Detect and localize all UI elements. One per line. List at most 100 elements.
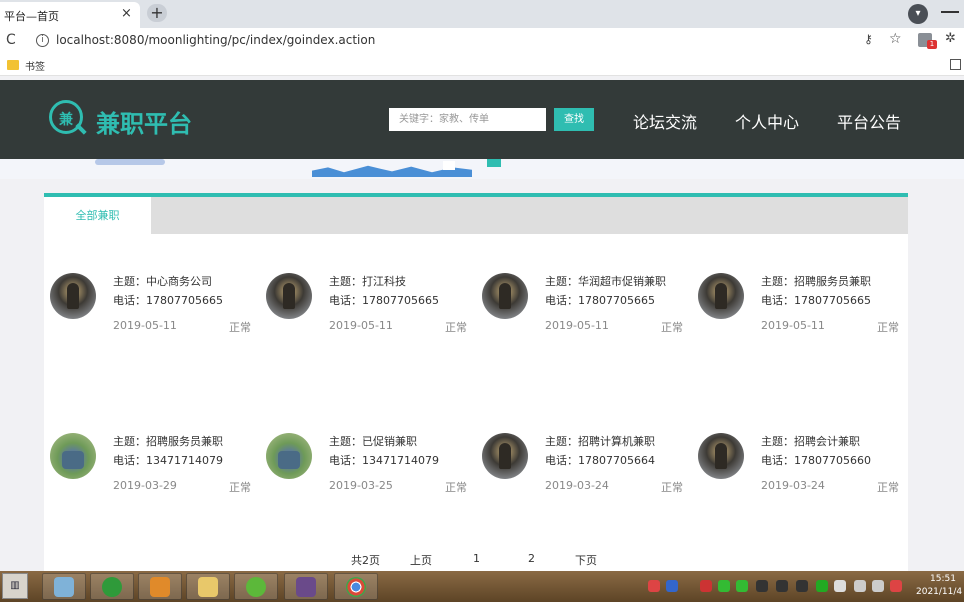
- qq-icon[interactable]: [796, 580, 808, 592]
- taskbar-app-game[interactable]: [284, 573, 328, 600]
- avatar[interactable]: [482, 273, 528, 319]
- search-input[interactable]: [389, 108, 546, 131]
- job-date: 2019-03-29: [113, 479, 177, 492]
- wechat-icon[interactable]: [736, 580, 748, 592]
- qq-icon[interactable]: [776, 580, 788, 592]
- wechat-icon[interactable]: [718, 580, 730, 592]
- nav-personal-center[interactable]: 个人中心: [735, 109, 799, 133]
- bookmarks-bar: 书签: [0, 54, 964, 76]
- job-card[interactable]: 主题：华润超市促销兼职 电话：17807705665 2019-05-11 正常: [476, 273, 692, 353]
- job-date: 2019-05-11: [761, 319, 825, 332]
- tray-icon[interactable]: [834, 580, 846, 592]
- pager-total: 共2页: [351, 554, 380, 567]
- job-card[interactable]: 主题：招聘会计兼职 电话：17807705660 2019-03-24 正常: [692, 433, 908, 513]
- job-phone: 电话：17807705664: [545, 454, 655, 467]
- tab-all-jobs[interactable]: 全部兼职: [44, 197, 151, 234]
- start-button[interactable]: ▥: [2, 573, 28, 599]
- taskbar-app-folder[interactable]: [186, 573, 230, 600]
- new-tab-button[interactable]: +: [147, 4, 167, 22]
- job-title[interactable]: 主题：中心商务公司: [113, 273, 212, 289]
- chrome-icon: [346, 577, 366, 597]
- folder-icon[interactable]: [7, 60, 19, 70]
- status-badge: 正常: [445, 321, 467, 334]
- site-logo-text[interactable]: 兼职平台: [96, 104, 192, 139]
- explorer-icon: [54, 577, 74, 597]
- tray-icon[interactable]: [666, 580, 678, 592]
- address-bar[interactable]: localhost:8080/moonlighting/pc/index/goi…: [56, 33, 375, 47]
- job-card[interactable]: 主题：招聘服务员兼职 电话：13471714079 2019-03-29 正常: [44, 433, 260, 513]
- close-icon[interactable]: ×: [121, 6, 132, 21]
- star-icon[interactable]: ☆: [889, 31, 902, 47]
- avatar[interactable]: [266, 273, 312, 319]
- job-date: 2019-05-11: [545, 319, 609, 332]
- app-icon: [150, 577, 170, 597]
- avatar[interactable]: [698, 273, 744, 319]
- reload-icon[interactable]: C: [6, 32, 16, 48]
- network-icon[interactable]: [854, 580, 866, 592]
- avatar[interactable]: [50, 273, 96, 319]
- pager-next-button[interactable]: 下页: [575, 552, 597, 568]
- job-card[interactable]: 主题：已促销兼职 电话：13471714079 2019-03-25 正常: [260, 433, 476, 513]
- nav-announcements[interactable]: 平台公告: [837, 109, 901, 133]
- tray-icon[interactable]: [890, 580, 902, 592]
- minimize-icon[interactable]: [937, 5, 964, 19]
- job-title[interactable]: 主题：招聘服务员兼职: [761, 273, 871, 289]
- job-phone: 电话：13471714079: [113, 454, 223, 467]
- status-badge: 正常: [877, 481, 899, 494]
- avatar[interactable]: [266, 433, 312, 479]
- pager-page-2[interactable]: 2: [528, 552, 535, 565]
- job-phone: 电话：17807705665: [545, 294, 655, 307]
- job-title[interactable]: 主题：打江科技: [329, 273, 406, 289]
- reading-list-icon[interactable]: [950, 59, 961, 70]
- taskbar-app-explorer[interactable]: [42, 573, 86, 600]
- job-date: 2019-03-25: [329, 479, 393, 492]
- clock-date[interactable]: 2021/11/4: [916, 587, 962, 597]
- job-title[interactable]: 主题：招聘服务员兼职: [113, 433, 223, 449]
- status-badge: 正常: [445, 481, 467, 494]
- tray-icon[interactable]: [816, 580, 828, 592]
- volume-icon[interactable]: [872, 580, 884, 592]
- avatar[interactable]: [698, 433, 744, 479]
- tray-icon[interactable]: [700, 580, 712, 592]
- browser-toolbar: C i localhost:8080/moonlighting/pc/index…: [0, 28, 964, 54]
- job-phone: 电话：17807705665: [761, 294, 871, 307]
- job-title[interactable]: 主题：招聘会计兼职: [761, 433, 860, 449]
- qq-icon[interactable]: [756, 580, 768, 592]
- pager-page-1[interactable]: 1: [473, 552, 480, 565]
- job-date: 2019-03-24: [545, 479, 609, 492]
- job-card[interactable]: 主题：招聘服务员兼职 电话：17807705665 2019-05-11 正常: [692, 273, 908, 353]
- category-tabs: 全部兼职: [44, 197, 908, 234]
- job-card[interactable]: 主题：打江科技 电话：17807705665 2019-05-11 正常: [260, 273, 476, 353]
- status-badge: 正常: [661, 481, 683, 494]
- taskbar-app-evernote[interactable]: [90, 573, 134, 600]
- banner-decoration: [443, 161, 455, 170]
- tab-title: 平台—首页: [4, 10, 59, 23]
- tray-icon[interactable]: [648, 580, 660, 592]
- puzzle-icon[interactable]: ✲: [945, 31, 956, 46]
- pager-prev-button[interactable]: 上页: [410, 552, 432, 568]
- info-icon[interactable]: i: [36, 34, 49, 47]
- folder-icon: [198, 577, 218, 597]
- key-icon[interactable]: ⚷: [864, 32, 873, 46]
- bookmark-folder-label[interactable]: 书签: [25, 58, 45, 73]
- job-date: 2019-05-11: [329, 319, 393, 332]
- avatar[interactable]: [50, 433, 96, 479]
- avatar[interactable]: [482, 433, 528, 479]
- job-title[interactable]: 主题：已促销兼职: [329, 433, 417, 449]
- taskbar-app-matlab[interactable]: [138, 573, 182, 600]
- taskbar-app-player[interactable]: [234, 573, 278, 600]
- status-badge: 正常: [229, 321, 251, 334]
- browser-tab[interactable]: 平台—首页 ×: [0, 2, 140, 28]
- clock-time[interactable]: 15:51: [930, 574, 956, 584]
- job-card[interactable]: 主题：中心商务公司 电话：17807705665 2019-05-11 正常: [44, 273, 260, 353]
- profile-icon[interactable]: ▾: [908, 4, 928, 24]
- job-title[interactable]: 主题：华润超市促销兼职: [545, 273, 666, 289]
- taskbar-app-chrome[interactable]: [334, 573, 378, 600]
- status-badge: 正常: [661, 321, 683, 334]
- job-date: 2019-03-24: [761, 479, 825, 492]
- nav-forum[interactable]: 论坛交流: [633, 109, 697, 133]
- banner-decoration: [95, 159, 165, 165]
- search-button[interactable]: 查找: [554, 108, 594, 131]
- job-card[interactable]: 主题：招聘计算机兼职 电话：17807705664 2019-03-24 正常: [476, 433, 692, 513]
- job-title[interactable]: 主题：招聘计算机兼职: [545, 433, 655, 449]
